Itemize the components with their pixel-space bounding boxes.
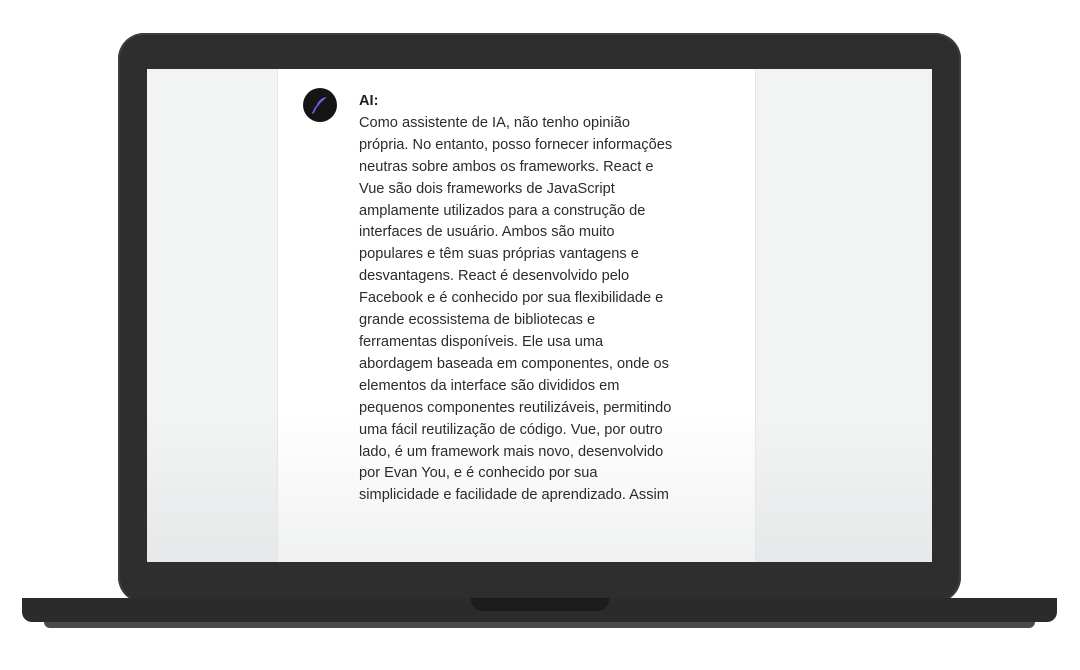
- message-line: simplicidade e facilidade de aprendizado…: [359, 487, 669, 504]
- message-line: Facebook e é conhecido por sua flexibili…: [359, 290, 664, 307]
- message-line: amplamente utilizados para a construção …: [359, 202, 646, 219]
- quill-feather-icon: [312, 97, 327, 114]
- message-line: própria. No entanto, posso fornecer info…: [359, 136, 673, 153]
- message-line: abordagem baseada em componentes, onde o…: [359, 355, 669, 372]
- message-line: populares e têm suas próprias vantagens …: [359, 246, 639, 263]
- message-line: lado, é um framework mais novo, desenvol…: [359, 443, 664, 460]
- message-line: neutras sobre ambos os frameworks. React…: [359, 158, 654, 175]
- message-line: uma fácil reutilização de código. Vue, p…: [359, 421, 663, 438]
- message-line: interfaces de usuário. Ambos são muito: [359, 224, 615, 241]
- ai-message: AI: Como assistente de IA, não tenho opi…: [359, 91, 729, 507]
- laptop-base-edge: [44, 622, 1035, 628]
- chat-panel[interactable]: AI: Como assistente de IA, não tenho opi…: [277, 69, 756, 562]
- ai-avatar: [303, 88, 337, 122]
- message-line: Vue são dois frameworks de JavaScript: [359, 180, 615, 197]
- message-line: por Evan You, e é conhecido por sua: [359, 465, 598, 482]
- message-line: Como assistente de IA, não tenho opinião: [359, 114, 630, 131]
- message-line: grande ecossistema de bibliotecas e: [359, 312, 596, 329]
- message-sender: AI:: [359, 93, 379, 109]
- message-line: desvantagens. React é desenvolvido pelo: [359, 268, 630, 285]
- laptop-screen: AI: Como assistente de IA, não tenho opi…: [147, 69, 932, 562]
- message-line: ferramentas disponíveis. Ele usa uma: [359, 333, 604, 350]
- laptop-notch: [471, 598, 609, 611]
- message-line: pequenos componentes reutilizáveis, perm…: [359, 399, 672, 416]
- message-line: elementos da interface são divididos em: [359, 377, 620, 394]
